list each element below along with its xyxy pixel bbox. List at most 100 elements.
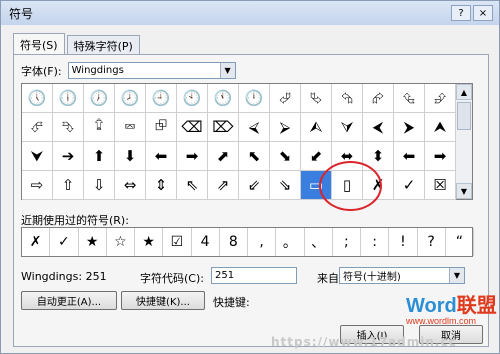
symbol-cell[interactable]: ⮶ (22, 113, 53, 142)
recent-symbol[interactable]: ★ (135, 228, 164, 256)
scroll-down-icon[interactable]: ▼ (456, 183, 472, 199)
tab-bar: 符号(S) 特殊字符(P) (13, 33, 142, 55)
chevron-down-icon[interactable]: ▼ (449, 268, 464, 283)
recent-symbol[interactable]: 。 (276, 228, 305, 256)
char-code-label: 字符代码(C): (140, 272, 204, 285)
symbol-cell[interactable]: ⇧ (53, 171, 84, 200)
symbol-cell[interactable]: ⬉ (239, 142, 270, 171)
tab-symbols[interactable]: 符号(S) (13, 33, 65, 55)
font-label: 字体(F): (21, 64, 62, 78)
symbol-cell[interactable]: ⮰ (270, 84, 301, 113)
symbol-cell[interactable]: ⬆ (84, 142, 115, 171)
symbol-grid-cells: 🕔 🕕 🕖 🕗 🕘 🕙 🕚 🕛 ⮰ ⮱ ⮲ ⮳ ⮴ ⮵ ⮶ ⮷ ⮸ ⮹ ⮺ ⌫ ⌦ ⮘ ⮚ ⮙ ⮛ ⮜ ⮞ ⮝ ⮟ ➔ ⬆ ⬇ ⬅ ➡ ⬈ ⬉ ⬊ ⬋ ⬌ ⬍… (22, 84, 456, 200)
symbol-cell[interactable]: ⮞ (394, 113, 425, 142)
symbol-cell[interactable]: 🕙 (177, 84, 208, 113)
recent-symbol[interactable]: ✓ (50, 228, 79, 256)
shortcut-label: 快捷键: (213, 296, 250, 309)
symbol-cell[interactable]: ⬈ (208, 142, 239, 171)
symbol-cell[interactable]: ⬅ (146, 142, 177, 171)
font-select-value: Wingdings (71, 65, 124, 76)
symbol-cell[interactable]: ⮛ (332, 113, 363, 142)
recent-symbol[interactable]: ☑ (163, 228, 192, 256)
symbol-cell[interactable]: ➡ (425, 142, 456, 171)
symbol-cell[interactable]: ⮝ (425, 113, 456, 142)
recent-symbol[interactable]: ★ (79, 228, 107, 256)
symbol-cell[interactable]: 🕘 (146, 84, 177, 113)
scroll-thumb[interactable] (457, 102, 471, 130)
title-bar: 符号 (1, 1, 499, 25)
recent-symbol[interactable]: ☆ (107, 228, 135, 256)
recent-symbol[interactable]: “ (446, 228, 474, 256)
symbol-cell[interactable]: ⇔ (115, 171, 146, 200)
symbol-cell[interactable]: ⮚ (270, 113, 301, 142)
recent-symbol[interactable]: : (361, 228, 390, 256)
recent-symbols: ✗ ✓ ★ ☆ ★ ☑ 4 8,。、;:!? “ (21, 227, 474, 257)
symbol-cell[interactable]: 🕛 (239, 84, 270, 113)
symbol-cell[interactable]: ⇘ (270, 171, 301, 200)
symbol-cell[interactable]: ⮱ (301, 84, 332, 113)
symbol-cell[interactable]: ⮲ (332, 84, 363, 113)
symbol-cell[interactable]: ⮴ (394, 84, 425, 113)
symbol-cell[interactable]: ⇙ (239, 171, 270, 200)
symbol-cell[interactable]: ⮳ (363, 84, 394, 113)
recent-symbol[interactable]: 4 (192, 228, 220, 256)
char-code-input[interactable]: 251 (211, 267, 297, 284)
symbol-cell[interactable]: 🕚 (208, 84, 239, 113)
watermark-line1: Word联盟 (406, 295, 497, 317)
recent-symbol[interactable]: ! (389, 228, 418, 256)
symbol-cell[interactable]: ⬇ (115, 142, 146, 171)
symbol-cell[interactable]: 🕕 (53, 84, 84, 113)
from-select-value: 符号(十进制) (343, 272, 401, 283)
symbol-cell[interactable]: ➡ (177, 142, 208, 171)
symbol-dialog: 符号 ? × 符号(S) 特殊字符(P) 字体(F): Wingdings ▼ … (0, 0, 500, 354)
recent-symbol[interactable]: ✗ (22, 228, 51, 256)
symbol-cell[interactable]: 🕗 (115, 84, 146, 113)
symbol-cell[interactable]: ⮟ (22, 142, 53, 171)
chevron-down-icon[interactable]: ▼ (219, 63, 235, 78)
symbol-cell[interactable]: ⮙ (301, 113, 332, 142)
symbol-cell[interactable]: ⌫ (177, 113, 208, 142)
help-button[interactable]: ? (451, 5, 471, 21)
symbol-cell[interactable]: ⮹ (115, 113, 146, 142)
bottom-url-watermark: https://www.17admin.cc (271, 335, 457, 349)
symbol-cell[interactable]: ⇩ (84, 171, 115, 200)
recent-symbol[interactable]: ; (333, 228, 361, 256)
symbol-cell[interactable]: ⇖ (177, 171, 208, 200)
symbol-cell[interactable]: ⬊ (270, 142, 301, 171)
font-code-text: Wingdings: 251 (21, 270, 107, 283)
symbol-cell[interactable]: ⮜ (363, 113, 394, 142)
scroll-up-icon[interactable]: ▲ (456, 84, 472, 100)
symbol-cell[interactable]: ⮸ (84, 113, 115, 142)
symbol-cell[interactable]: ✓ (394, 171, 425, 200)
recent-symbol[interactable]: , (248, 228, 277, 256)
symbol-cell[interactable]: ➔ (53, 142, 84, 171)
symbol-cell[interactable]: ⇨ (22, 171, 53, 200)
recent-symbol[interactable]: 8 (220, 228, 248, 256)
font-select[interactable]: Wingdings ▼ (67, 62, 236, 79)
symbol-cell[interactable]: ⇕ (146, 171, 177, 200)
close-button[interactable]: × (473, 5, 493, 21)
symbol-cell[interactable]: ⮵ (425, 84, 456, 113)
from-select[interactable]: 符号(十进制) ▼ (339, 267, 465, 284)
symbol-cell[interactable]: ⮷ (53, 113, 84, 142)
symbol-cell[interactable]: ⮘ (239, 113, 270, 142)
symbol-cell[interactable]: ⇗ (208, 171, 239, 200)
watermark-logo: Word联盟 www.wordlm.com (406, 289, 497, 326)
recent-symbol[interactable]: 、 (305, 228, 333, 256)
symbol-cell[interactable]: ⌦ (208, 113, 239, 142)
symbol-grid: 🕔 🕕 🕖 🕗 🕘 🕙 🕚 🕛 ⮰ ⮱ ⮲ ⮳ ⮴ ⮵ ⮶ ⮷ ⮸ ⮹ ⮺ ⌫ ⌦ ⮘ ⮚ ⮙ ⮛ ⮜ ⮞ ⮝ ⮟ ➔ ⬆ ⬇ ⬅ ➡ ⬈ ⬉ ⬊ ⬋ ⬌ ⬍… (21, 83, 473, 200)
grid-scrollbar[interactable]: ▲ ▼ (455, 84, 472, 199)
symbol-cell[interactable]: ⮺ (146, 113, 177, 142)
symbol-cell[interactable]: 🕖 (84, 84, 115, 113)
symbol-cell[interactable]: ⬋ (301, 142, 332, 171)
autocorrect-button[interactable]: 自动更正(A)... (21, 291, 117, 310)
symbol-cell[interactable]: ⬅ (394, 142, 425, 171)
title-controls: ? × (451, 5, 493, 21)
tab-special-characters[interactable]: 特殊字符(P) (66, 35, 140, 55)
symbol-cell[interactable]: 🕔 (22, 84, 53, 113)
recent-symbol[interactable]: ? (418, 228, 446, 256)
highlight-circle (319, 161, 382, 211)
shortcut-key-button[interactable]: 快捷键(K)... (121, 291, 205, 310)
symbol-cell[interactable]: ☒ (425, 171, 456, 200)
info-row: Wingdings: 251 字符代码(C): 251 来自(M): 符号(十进… (21, 267, 483, 287)
